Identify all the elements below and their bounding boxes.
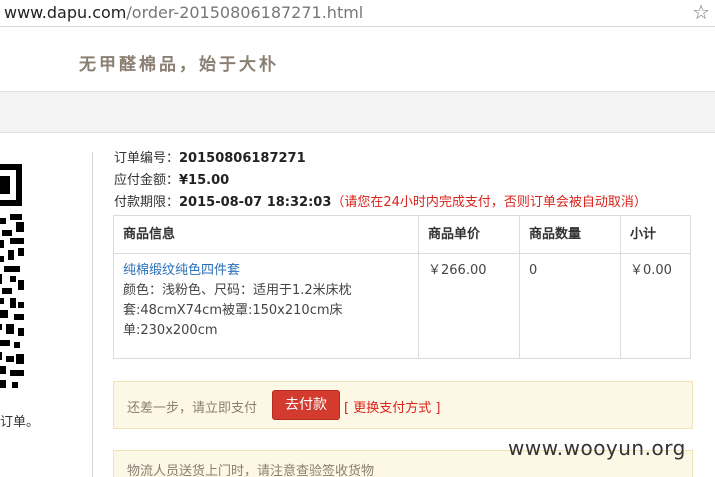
- change-payment-method-link[interactable]: [ 更换支付方式 ]: [344, 397, 440, 416]
- column-divider: [92, 152, 93, 477]
- logistics-message: 物流人员送货上门时，请注意查验签收货物: [127, 464, 375, 477]
- browser-address-bar[interactable]: www.dapu.com/order-20150806187271.html ☆: [0, 0, 715, 27]
- qr-caption: 订单。: [0, 415, 40, 430]
- order-info: 订单编号：20150806187271 应付金额：¥15.00 付款期限：201…: [114, 148, 647, 214]
- url-text[interactable]: www.dapu.com/order-20150806187271.html: [4, 2, 363, 23]
- order-number-row: 订单编号：20150806187271: [114, 148, 647, 170]
- watermark: www.wooyun.org: [508, 436, 686, 460]
- payment-notice: 还差一步，请立即支付 去付款 [ 更换支付方式 ]: [113, 381, 693, 429]
- qr-code: [0, 164, 24, 388]
- payment-message: 还差一步，请立即支付: [127, 401, 258, 416]
- pay-button[interactable]: 去付款: [272, 390, 340, 420]
- order-amount-row: 应付金额：¥15.00: [114, 170, 647, 192]
- payment-deadline-row: 付款期限：2015-08-07 18:32:03（请您在24小时内完成支付，否则…: [114, 192, 647, 214]
- payment-deadline: 2015-08-07 18:32:03: [179, 195, 332, 210]
- product-price: ￥266.00: [428, 263, 487, 278]
- table-header-quantity: 商品数量: [529, 227, 582, 242]
- product-name-link[interactable]: 纯棉缎纹纯色四件套: [123, 261, 388, 281]
- payment-deadline-label: 付款期限：: [114, 195, 180, 210]
- order-number: 20150806187271: [179, 151, 306, 166]
- order-number-label: 订单编号：: [114, 151, 180, 166]
- url-path: /order-20150806187271.html: [126, 3, 364, 22]
- order-amount-label: 应付金额：: [114, 173, 180, 188]
- order-items-table: 商品信息 商品单价 商品数量 小计 纯棉缎纹纯色四件套 颜色：浅粉色、尺码：适用…: [113, 215, 691, 359]
- url-domain: www.dapu.com: [4, 3, 127, 22]
- table-header-product: 商品信息: [123, 227, 176, 242]
- product-description: 颜色：浅粉色、尺码：适用于1.2米床枕套:48cmX74cm被罩:150x210…: [123, 283, 352, 338]
- table-row: 纯棉缎纹纯色四件套 颜色：浅粉色、尺码：适用于1.2米床枕套:48cmX74cm…: [114, 261, 388, 341]
- table-header-price: 商品单价: [428, 227, 481, 242]
- qr-column: 订单。: [0, 133, 92, 477]
- deadline-warning: （请您在24小时内完成支付，否则订单会被自动取消）: [331, 195, 647, 210]
- product-subtotal: ￥0.00: [630, 263, 672, 278]
- site-slogan: 无甲醛棉品，始于大朴: [79, 55, 279, 75]
- table-header-subtotal: 小计: [630, 227, 657, 242]
- table-header-divider: [114, 253, 690, 254]
- table-column-divider: [418, 216, 419, 358]
- table-column-divider: [620, 216, 621, 358]
- order-amount: ¥15.00: [179, 173, 230, 188]
- site-header: 无甲醛棉品，始于大朴: [0, 28, 715, 91]
- table-column-divider: [519, 216, 520, 358]
- nav-bar: [0, 91, 715, 133]
- star-icon[interactable]: ☆: [692, 1, 710, 23]
- product-quantity: 0: [529, 263, 538, 278]
